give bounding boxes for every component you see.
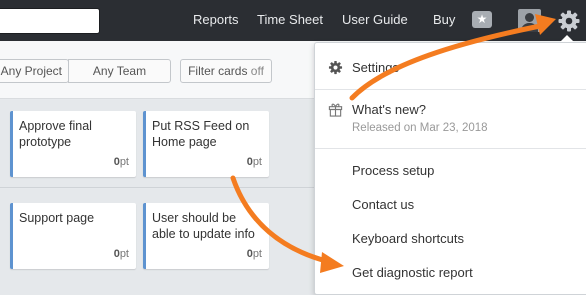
filter-cards-state: off	[250, 64, 264, 78]
task-card[interactable]: User should be able to update info 0pt	[143, 203, 269, 269]
menu-item-label: Settings	[352, 60, 399, 75]
card-title: Approve final prototype	[19, 119, 92, 149]
star-icon[interactable]: ★	[472, 11, 492, 28]
nav-reports[interactable]: Reports	[193, 12, 239, 27]
avatar-icon[interactable]	[518, 9, 541, 32]
menu-caret	[560, 35, 574, 42]
card-title: Put RSS Feed on Home page	[152, 119, 250, 149]
team-filter-button[interactable]: Any Team	[68, 59, 171, 83]
points-unit: pt	[252, 156, 262, 168]
points-unit: pt	[119, 156, 129, 168]
card-points: 0pt	[114, 156, 129, 168]
nav-buy[interactable]: Buy	[433, 12, 455, 27]
menu-item-label: What's new?	[352, 102, 427, 117]
top-navigation-bar: Reports Time Sheet User Guide Buy ★	[0, 0, 586, 41]
card-points: 0pt	[247, 156, 262, 168]
nav-user-guide[interactable]: User Guide	[342, 12, 408, 27]
card-title: Support page	[19, 211, 95, 225]
gear-icon[interactable]	[557, 9, 581, 33]
settings-menu: Settings What's new? Released on Mar 23,…	[314, 42, 586, 295]
search-input[interactable]	[0, 8, 100, 34]
menu-item-contact-us[interactable]: Contact us	[315, 191, 586, 219]
project-filter-button[interactable]: Any Project	[0, 59, 69, 83]
card-points: 0pt	[247, 248, 262, 260]
settings-gear-icon	[328, 60, 343, 75]
task-card[interactable]: Approve final prototype 0pt	[10, 111, 136, 177]
task-card[interactable]: Put RSS Feed on Home page 0pt	[143, 111, 269, 177]
menu-item-label: Contact us	[352, 197, 415, 212]
task-card[interactable]: Support page 0pt	[10, 203, 136, 269]
gift-icon	[328, 102, 343, 117]
menu-item-whats-new[interactable]: What's new? Released on Mar 23, 2018	[315, 96, 586, 142]
filter-cards-label: Filter cards	[188, 64, 248, 78]
menu-item-label: Process setup	[352, 163, 435, 178]
menu-item-label: Keyboard shortcuts	[352, 231, 465, 246]
menu-item-settings[interactable]: Settings	[315, 54, 586, 82]
menu-divider	[315, 89, 586, 90]
menu-item-label: Get diagnostic report	[352, 265, 473, 280]
card-title: User should be able to update info	[152, 211, 255, 241]
points-unit: pt	[119, 248, 129, 260]
avatar-torso	[521, 23, 538, 32]
menu-item-keyboard-shortcuts[interactable]: Keyboard shortcuts	[315, 225, 586, 253]
menu-item-diagnostic-report[interactable]: Get diagnostic report	[315, 259, 586, 287]
menu-divider	[315, 148, 586, 149]
filter-cards-button[interactable]: Filter cards off	[180, 59, 272, 83]
nav-time-sheet[interactable]: Time Sheet	[257, 12, 323, 27]
menu-item-process-setup[interactable]: Process setup	[315, 157, 586, 185]
avatar-head	[525, 13, 534, 22]
card-points: 0pt	[114, 248, 129, 260]
points-unit: pt	[252, 248, 262, 260]
release-date: Released on Mar 23, 2018	[352, 122, 488, 134]
